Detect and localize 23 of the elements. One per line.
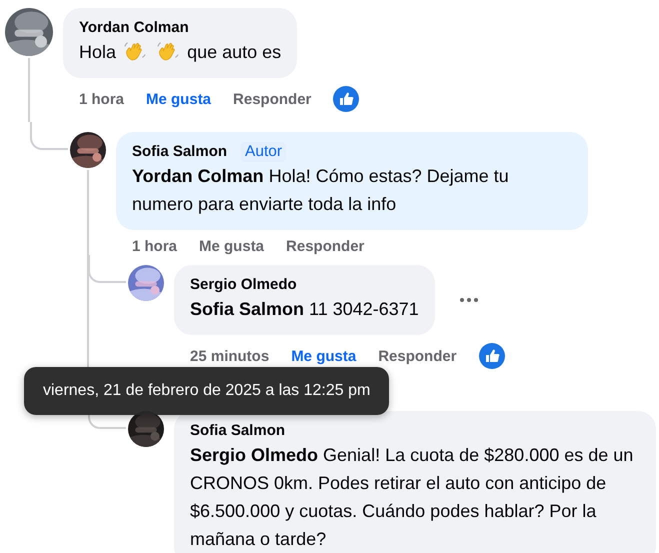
- comment-text: Sergio Olmedo Genial! La cuota de $280.000 es de un CRONOS 0km. Podes retirar el auto con anticipo de $6.500.000 y cuotas. Cuándo podes hablar? Por la mañana o tarde?: [190, 445, 634, 549]
- author-name[interactable]: Yordan Colman: [79, 18, 189, 38]
- author-name[interactable]: Sergio Olmedo: [190, 275, 297, 295]
- reply-link[interactable]: Responder: [233, 90, 312, 108]
- author-name[interactable]: Sofia Salmon: [132, 142, 228, 162]
- author-badge: Autor: [241, 142, 286, 162]
- timestamp-link[interactable]: 1 hora: [79, 90, 124, 108]
- date-tooltip: viernes, 21 de febrero de 2025 a las 12:25 pm: [24, 367, 390, 415]
- comment-text: que auto es: [187, 42, 282, 62]
- like-link[interactable]: Me gusta: [199, 238, 264, 255]
- timestamp-link[interactable]: 1 hora: [132, 238, 178, 255]
- waving-hand-icon: [157, 40, 180, 62]
- author-name[interactable]: Sofia Salmon: [190, 421, 286, 441]
- like-link[interactable]: Me gusta: [291, 348, 356, 364]
- timestamp-link[interactable]: 25 minutos: [190, 348, 270, 364]
- waving-hand-icon: [124, 40, 146, 62]
- reply-link[interactable]: Responder: [378, 348, 457, 364]
- reply-link[interactable]: Responder: [286, 238, 364, 255]
- comment-text: Sofia Salmon 11 3042-6371: [190, 299, 419, 319]
- more-options-icon[interactable]: [458, 297, 479, 303]
- like-link[interactable]: Me gusta: [146, 90, 212, 108]
- comment-text: Yordan Colman Hola! Cómo estas? Dejame tu numero para enviarte toda la info: [132, 166, 509, 214]
- comment-text: Hola: [79, 42, 116, 62]
